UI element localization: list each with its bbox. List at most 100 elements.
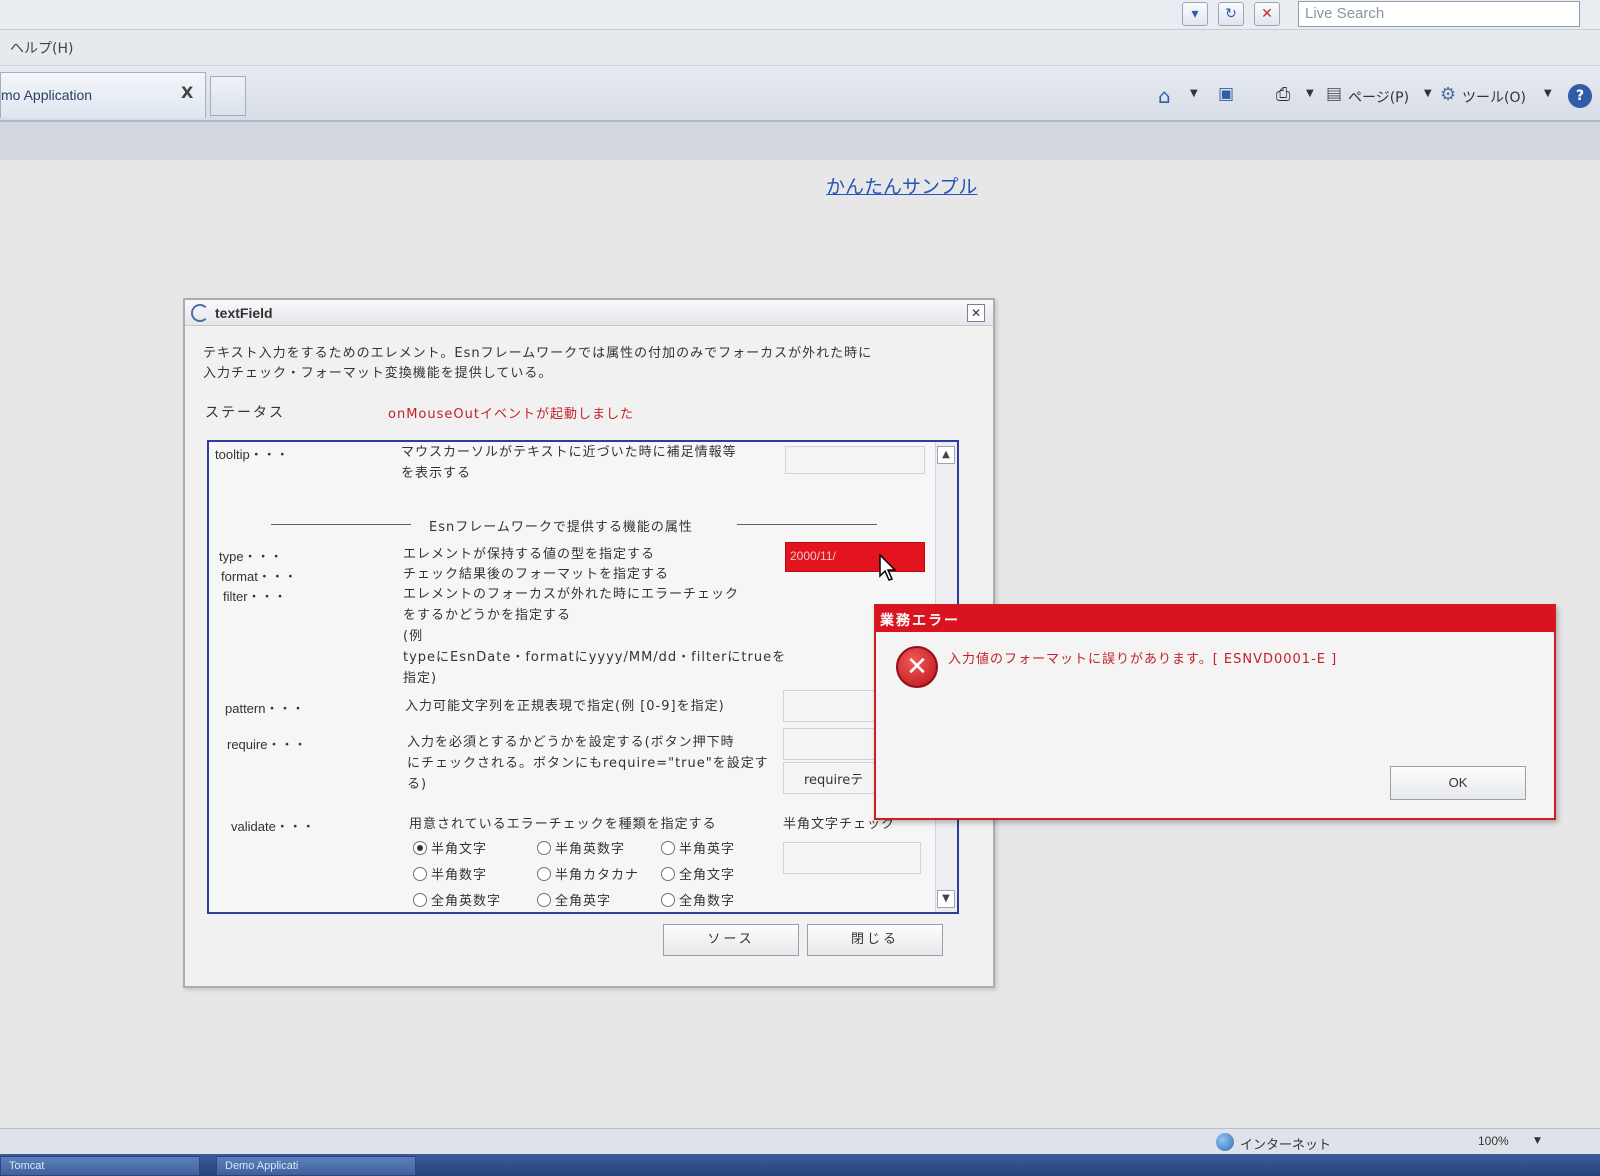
radio-zenkaku-eiji[interactable]: 全角英字 [537,890,611,909]
tools-menu[interactable]: ツール(O) [1462,87,1526,107]
taskbar-item-demo-application[interactable]: Demo Applicati [216,1156,416,1176]
validate-description: 用意されているエラーチェックを種類を指定する [409,817,717,832]
type-sample-input[interactable]: 2000/11/ [785,542,925,572]
tooltip-description: を表示する [401,466,472,481]
page-icon: ▤ [1326,84,1343,104]
refresh-icon: ↻ [1225,6,1237,22]
radio-button[interactable] [537,867,551,881]
scroll-up-button[interactable]: ▲ [937,446,955,464]
home-dropdown-icon[interactable]: ▼ [1190,88,1198,99]
tab-demo-application[interactable]: mo Application X [0,72,206,118]
globe-icon [1216,1133,1234,1151]
radio-zenkaku-moji[interactable]: 全角文字 [661,864,735,883]
radio-button[interactable] [661,867,675,881]
radio-label: 全角文字 [679,868,736,883]
tooltip-label: tooltip・・・ [215,447,289,462]
radio-zenkaku-suuji[interactable]: 全角数字 [661,890,735,909]
radio-label: 半角英数字 [555,842,626,857]
radio-label: 全角英数字 [431,894,502,909]
radio-button[interactable] [537,841,551,855]
help-icon[interactable]: ? [1568,84,1592,108]
print-dropdown-icon[interactable]: ▼ [1306,88,1314,99]
dialog-titlebar[interactable]: textField ✕ [185,300,993,326]
feeds-icon[interactable]: ▣ [1218,84,1234,104]
dialog-close-button[interactable]: ✕ [967,304,985,322]
type-description: エレメントが保持する値の型を指定する [403,547,656,562]
tab-toolbar-row: mo Application X ⌂ ▼ ▣ ⎙ ▼ ▤ ページ(P) ▼ ⚙ … [0,66,1600,122]
scroll-down-button[interactable]: ▼ [937,890,955,908]
new-tab-button[interactable] [210,76,246,116]
filter-description: typeにEsnDate・formatにyyyy/MM/dd・filterにtr… [403,650,787,665]
error-titlebar[interactable]: 業務エラー [876,606,1554,632]
radio-hankaku-katakana[interactable]: 半角カタカナ [537,864,639,883]
radio-label: 半角英字 [679,842,736,857]
zoom-dropdown-icon[interactable]: ▼ [1534,1136,1541,1146]
ok-button[interactable]: OK [1390,766,1526,800]
close-button[interactable]: 閉じる [807,924,943,956]
app-logo-icon [191,304,209,322]
pattern-label: pattern・・・ [225,701,305,716]
home-icon[interactable]: ⌂ [1158,84,1171,108]
radio-hankaku-eiji[interactable]: 半角英字 [661,838,735,857]
status-label: ステータス [205,405,285,421]
error-icon: ✕ [896,646,938,688]
menu-help[interactable]: ヘルプ(H) [10,38,73,58]
status-value: onMouseOutイベントが起動しました [388,407,634,422]
refresh-button[interactable]: ↻ [1218,2,1244,26]
sample-link[interactable]: かんたんサンプル [826,172,977,199]
format-description: チェック結果後のフォーマットを指定する [403,567,670,582]
filter-description: (例 [403,629,424,644]
radio-button[interactable] [537,893,551,907]
validate-label: validate・・・ [231,819,315,834]
section-title: Esnフレームワークで提供する機能の属性 [429,520,693,535]
radio-button[interactable] [413,841,427,855]
radio-label: 半角文字 [431,842,488,857]
page-dropdown-icon[interactable]: ▼ [1424,88,1432,99]
filter-description: 指定) [403,671,438,686]
radio-zenkaku-eisuuji[interactable]: 全角英数字 [413,890,501,909]
require-label: require・・・ [227,737,307,752]
radio-button[interactable] [413,867,427,881]
require-description: 入力を必須とするかどうかを設定する(ボタン押下時 [407,735,735,750]
gear-icon: ⚙ [1440,84,1457,105]
chevron-up-icon: ▲ [942,449,950,460]
validate-sample-input[interactable] [783,842,921,874]
description-line: 入力チェック・フォーマット変換機能を提供している。 [203,366,553,381]
filter-description: をするかどうかを指定する [403,608,572,623]
tooltip-sample-input[interactable] [785,446,925,474]
radio-hankaku-suuji[interactable]: 半角数字 [413,864,487,883]
tab-close-icon[interactable]: X [181,83,193,102]
error-title: 業務エラー [880,613,960,629]
radio-label: 半角数字 [431,868,488,883]
tab-label: mo Application [1,87,93,103]
page-menu[interactable]: ページ(P) [1348,87,1409,107]
radio-hankaku-moji[interactable]: 半角文字 [413,838,487,857]
browser-status-bar: インターネット 100% ▼ [0,1128,1600,1154]
attribute-list-panel[interactable]: tooltip・・・ マウスカーソルがテキストに近づいた時に補足情報等 を表示す… [207,440,959,914]
section-divider-left [271,524,411,525]
address-dropdown-button[interactable]: ▾ [1182,2,1208,26]
source-button[interactable]: ソース [663,924,799,956]
live-search-input[interactable]: Live Search [1298,1,1580,27]
chevron-down-icon: ▾ [1191,6,1199,22]
filter-label: filter・・・ [223,589,287,604]
description-line: テキスト入力をするためのエレメント。Esnフレームワークでは属性の付加のみでフォ… [203,346,873,361]
taskbar-item-tomcat[interactable]: Tomcat [0,1156,200,1176]
radio-hankaku-eisuuji[interactable]: 半角英数字 [537,838,625,857]
radio-button[interactable] [661,841,675,855]
mouse-cursor-icon [879,554,897,581]
tooltip-description: マウスカーソルがテキストに近づいた時に補足情報等 [401,445,737,460]
address-bar-row: ▾ ↻ ✕ Live Search [0,0,1600,30]
page-top-strip [0,122,1600,160]
radio-button[interactable] [661,893,675,907]
zoom-level[interactable]: 100% [1478,1134,1509,1148]
pattern-description: 入力可能文字列を正規表現で指定(例 [0-9]を指定) [405,699,725,714]
stop-button[interactable]: ✕ [1254,2,1280,26]
print-icon[interactable]: ⎙ [1276,84,1290,105]
radio-button[interactable] [413,893,427,907]
filter-description: エレメントのフォーカスが外れた時にエラーチェック [403,587,740,602]
menu-bar: ヘルプ(H) [0,30,1600,66]
tools-dropdown-icon[interactable]: ▼ [1544,88,1552,99]
dialog-title: textField [215,305,273,321]
stop-icon: ✕ [1261,6,1273,22]
